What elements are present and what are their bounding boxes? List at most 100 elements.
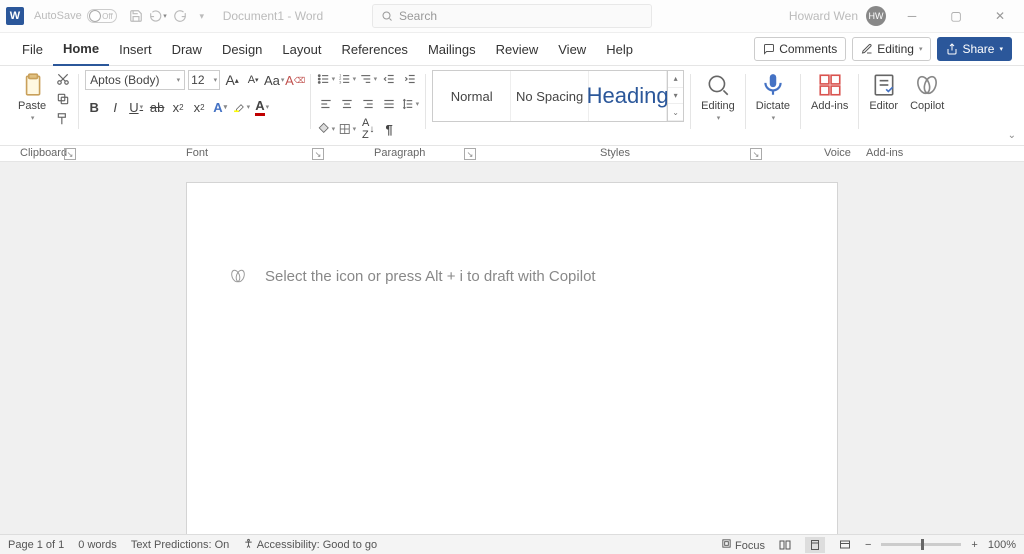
line-spacing-icon[interactable]: ▾: [401, 95, 419, 113]
style-normal[interactable]: Normal: [433, 71, 511, 121]
copilot-button[interactable]: Copilot: [906, 70, 948, 114]
highlight-icon[interactable]: ▾: [232, 98, 250, 116]
tab-view[interactable]: View: [548, 33, 596, 66]
align-center-icon[interactable]: [338, 95, 356, 113]
italic-icon[interactable]: I: [106, 98, 124, 116]
zoom-slider[interactable]: [881, 543, 961, 546]
tab-mailings[interactable]: Mailings: [418, 33, 486, 66]
autosave-toggle[interactable]: Off: [87, 9, 117, 23]
superscript-icon[interactable]: x2: [190, 98, 208, 116]
group-paragraph: ▾ 123▾ ▾ ▾ ▾ ▾ AZ↓ ¶: [311, 70, 425, 145]
label-addins: Add-ins: [866, 147, 903, 159]
read-mode-icon[interactable]: [775, 537, 795, 553]
ribbon-collapse-icon[interactable]: ⌄: [1008, 130, 1016, 141]
tab-draw[interactable]: Draw: [162, 33, 212, 66]
text-effects-icon[interactable]: A▾: [211, 98, 229, 116]
increase-indent-icon[interactable]: [401, 70, 419, 88]
shrink-font-icon[interactable]: A▾: [244, 71, 262, 89]
copy-icon[interactable]: [54, 90, 72, 108]
numbering-icon[interactable]: 123▾: [338, 70, 356, 88]
font-color-icon[interactable]: A▾: [253, 98, 271, 116]
comments-button[interactable]: Comments: [754, 37, 846, 61]
tab-layout[interactable]: Layout: [272, 33, 331, 66]
tab-insert[interactable]: Insert: [109, 33, 162, 66]
autosave-control[interactable]: AutoSave Off: [34, 9, 117, 23]
styles-expand-icon[interactable]: ⌄: [668, 104, 683, 121]
group-styles: Normal No Spacing Heading ▴ ▾ ⌄: [426, 70, 690, 145]
copilot-hint: Select the icon or press Alt + i to draf…: [263, 267, 761, 285]
print-layout-icon[interactable]: [805, 537, 825, 553]
paste-button[interactable]: Paste ▾: [14, 70, 50, 124]
tab-help[interactable]: Help: [596, 33, 643, 66]
justify-icon[interactable]: [380, 95, 398, 113]
tab-file[interactable]: File: [12, 33, 53, 66]
grow-font-icon[interactable]: A▴: [223, 71, 241, 89]
style-heading[interactable]: Heading: [589, 71, 667, 121]
align-left-icon[interactable]: [317, 95, 335, 113]
minimize-button[interactable]: ─: [894, 2, 930, 30]
status-page[interactable]: Page 1 of 1: [8, 539, 64, 551]
redo-icon[interactable]: [171, 7, 189, 25]
editing-dropdown[interactable]: Editing▾: [697, 70, 739, 124]
copilot-hint-icon[interactable]: [229, 267, 247, 285]
group-editor-copilot: Editor Copilot: [859, 70, 954, 145]
search-box[interactable]: Search: [372, 4, 652, 28]
ribbon: Paste ▾ Aptos (Body)▾ 12▾ A▴ A▾ Aa▾ A⌫ B: [0, 66, 1024, 146]
maximize-button[interactable]: ▢: [938, 2, 974, 30]
underline-icon[interactable]: U▾: [127, 98, 145, 116]
focus-mode[interactable]: Focus: [721, 538, 765, 552]
tab-references[interactable]: References: [331, 33, 417, 66]
close-button[interactable]: ✕: [982, 2, 1018, 30]
bold-icon[interactable]: B: [85, 98, 103, 116]
strikethrough-icon[interactable]: ab: [148, 98, 166, 116]
zoom-level[interactable]: 100%: [988, 539, 1016, 551]
document-page[interactable]: Select the icon or press Alt + i to draf…: [186, 182, 838, 534]
styles-scroll-up-icon[interactable]: ▴: [668, 71, 683, 88]
user-area: Howard Wen HW ─ ▢ ✕: [789, 2, 1018, 30]
tab-review[interactable]: Review: [486, 33, 549, 66]
document-area[interactable]: Select the icon or press Alt + i to draf…: [0, 162, 1024, 534]
font-size-select[interactable]: 12▾: [188, 70, 220, 90]
styles-dialog-launcher[interactable]: ↘: [750, 148, 762, 160]
qat-customize-icon[interactable]: ▾: [193, 7, 211, 25]
web-layout-icon[interactable]: [835, 537, 855, 553]
status-predictions[interactable]: Text Predictions: On: [131, 539, 229, 551]
font-dialog-launcher[interactable]: ↘: [312, 148, 324, 160]
borders-icon[interactable]: ▾: [338, 120, 356, 138]
font-name-select[interactable]: Aptos (Body)▾: [85, 70, 185, 90]
paragraph-dialog-launcher[interactable]: ↘: [464, 148, 476, 160]
save-icon[interactable]: [127, 7, 145, 25]
avatar[interactable]: HW: [866, 6, 886, 26]
show-marks-icon[interactable]: ¶: [380, 120, 398, 138]
change-case-icon[interactable]: Aa▾: [265, 71, 283, 89]
group-clipboard: Paste ▾: [8, 70, 78, 145]
styles-gallery[interactable]: Normal No Spacing Heading ▴ ▾ ⌄: [432, 70, 684, 122]
align-right-icon[interactable]: [359, 95, 377, 113]
clipboard-dialog-launcher[interactable]: ↘: [64, 148, 76, 160]
dictate-button[interactable]: Dictate▾: [752, 70, 794, 124]
format-painter-icon[interactable]: [54, 110, 72, 128]
addins-button[interactable]: Add-ins: [807, 70, 852, 114]
pencil-icon: [861, 43, 873, 55]
editing-mode-button[interactable]: Editing▾: [852, 37, 931, 61]
multilevel-list-icon[interactable]: ▾: [359, 70, 377, 88]
share-button[interactable]: Share▾: [937, 37, 1012, 61]
cut-icon[interactable]: [54, 70, 72, 88]
tab-design[interactable]: Design: [212, 33, 272, 66]
zoom-in-button[interactable]: +: [971, 539, 977, 551]
status-accessibility[interactable]: Accessibility: Good to go: [243, 538, 377, 551]
sort-icon[interactable]: AZ↓: [359, 120, 377, 138]
decrease-indent-icon[interactable]: [380, 70, 398, 88]
undo-icon[interactable]: ▾: [149, 7, 167, 25]
style-no-spacing[interactable]: No Spacing: [511, 71, 589, 121]
bullets-icon[interactable]: ▾: [317, 70, 335, 88]
styles-scroll-down-icon[interactable]: ▾: [668, 88, 683, 105]
zoom-out-button[interactable]: −: [865, 539, 871, 551]
status-words[interactable]: 0 words: [78, 539, 117, 551]
shading-icon[interactable]: ▾: [317, 120, 335, 138]
editor-button[interactable]: Editor: [865, 70, 902, 114]
subscript-icon[interactable]: x2: [169, 98, 187, 116]
label-styles: Styles: [600, 147, 630, 159]
tab-home[interactable]: Home: [53, 33, 109, 66]
clear-formatting-icon[interactable]: A⌫: [286, 71, 304, 89]
